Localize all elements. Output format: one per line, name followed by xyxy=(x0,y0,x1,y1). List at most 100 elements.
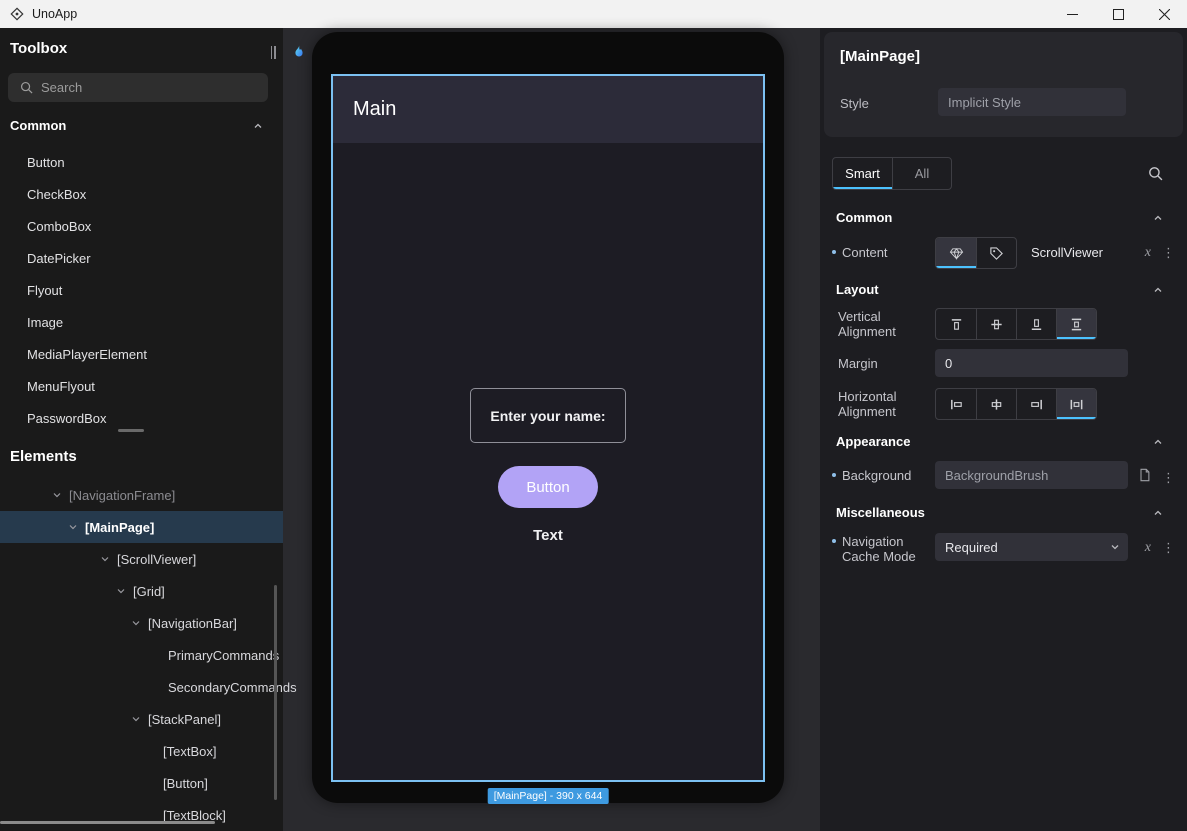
property-row-horizontal-alignment: Horizontal Alignment xyxy=(820,388,1187,420)
close-button[interactable] xyxy=(1141,0,1187,28)
app-window: UnoApp Toolbox Common Button CheckBox Co… xyxy=(0,0,1187,831)
tree-item-primarycommands[interactable]: PrimaryCommands xyxy=(0,639,283,671)
tree-item-mainpage[interactable]: [MainPage] xyxy=(0,511,283,543)
toolbox-item-combobox[interactable]: ComboBox xyxy=(0,211,283,243)
tree-item-secondarycommands[interactable]: SecondaryCommands xyxy=(0,671,283,703)
chevron-down-icon[interactable] xyxy=(100,554,112,564)
property-inspector: [MainPage] Style Smart All Common Conten… xyxy=(820,28,1187,831)
style-input[interactable] xyxy=(938,88,1126,116)
section-common[interactable]: Common xyxy=(836,210,892,225)
tree-item-button[interactable]: [Button] xyxy=(0,767,283,799)
chevron-down-icon[interactable] xyxy=(131,714,143,724)
binding-x-icon[interactable]: x xyxy=(1145,540,1151,556)
app-logo-icon xyxy=(10,7,24,21)
dropdown-value: Required xyxy=(945,540,1110,555)
vertical-alignment-group xyxy=(935,308,1097,340)
chevron-down-icon[interactable] xyxy=(116,586,128,596)
maximize-button[interactable] xyxy=(1095,0,1141,28)
tab-smart[interactable]: Smart xyxy=(833,158,892,189)
property-options-menu[interactable]: ⋮ xyxy=(1162,245,1175,261)
toolbox-item-datepicker[interactable]: DatePicker xyxy=(0,243,283,275)
halign-left-button[interactable] xyxy=(936,389,976,419)
tree-item-navigationframe[interactable]: [NavigationFrame] xyxy=(0,479,283,511)
toolbox-item-mediaplayerelement[interactable]: MediaPlayerElement xyxy=(0,339,283,371)
margin-input[interactable] xyxy=(935,349,1128,377)
navigation-cache-mode-label: Navigation Cache Mode xyxy=(842,534,920,564)
section-appearance[interactable]: Appearance xyxy=(836,434,910,449)
modified-dot xyxy=(832,539,836,543)
search-icon xyxy=(20,81,33,94)
background-input[interactable] xyxy=(935,461,1128,489)
tree-item-textbox[interactable]: [TextBox] xyxy=(0,735,283,767)
toolbox-item-checkbox[interactable]: CheckBox xyxy=(0,179,283,211)
tab-all[interactable]: All xyxy=(892,158,951,189)
chevron-up-icon[interactable] xyxy=(1153,282,1163,300)
modified-dot xyxy=(832,473,836,477)
section-layout[interactable]: Layout xyxy=(836,282,879,297)
hot-reload-flame-icon[interactable] xyxy=(284,38,314,66)
tree-item-stackpanel[interactable]: [StackPanel] xyxy=(0,703,283,735)
valign-stretch-button[interactable] xyxy=(1056,309,1096,339)
chevron-up-icon[interactable] xyxy=(253,118,263,136)
valign-center-button[interactable] xyxy=(976,309,1016,339)
property-row-navigation-cache-mode: Navigation Cache Mode Required x ⋮ xyxy=(820,533,1187,565)
property-options-menu[interactable]: ⋮ xyxy=(1162,470,1175,486)
tree-item-scrollviewer[interactable]: [ScrollViewer] xyxy=(0,543,283,575)
tree-vertical-scrollbar[interactable] xyxy=(274,585,277,800)
toolbox-item-button[interactable]: Button xyxy=(0,147,283,179)
tree-item-grid[interactable]: [Grid] xyxy=(0,575,283,607)
selection-size-badge: [MainPage] - 390 x 644 xyxy=(488,788,609,804)
preview-button[interactable]: Button xyxy=(498,466,598,508)
toolbox-section-common[interactable]: Common xyxy=(10,118,66,133)
preview-page-title[interactable]: Main xyxy=(353,76,396,143)
chevron-down-icon[interactable] xyxy=(131,618,143,628)
halign-stretch-button[interactable] xyxy=(1056,389,1096,419)
halign-right-button[interactable] xyxy=(1016,389,1056,419)
valign-top-button[interactable] xyxy=(936,309,976,339)
property-row-vertical-alignment: Vertical Alignment xyxy=(820,308,1187,340)
chevron-down-icon[interactable] xyxy=(52,490,64,500)
preview-textblock[interactable]: Text xyxy=(533,527,563,544)
tree-horizontal-scrollbar[interactable] xyxy=(0,821,215,824)
property-search-icon[interactable] xyxy=(1148,166,1163,186)
modified-dot xyxy=(832,250,836,254)
content-value[interactable]: ScrollViewer xyxy=(1031,245,1103,260)
toolbox-item-image[interactable]: Image xyxy=(0,307,283,339)
chevron-up-icon[interactable] xyxy=(1153,210,1163,228)
halign-center-button[interactable] xyxy=(976,389,1016,419)
page-selection-outline[interactable]: Main Enter your name: Button Text xyxy=(331,74,765,782)
toolbar-drag-handle-icon[interactable] xyxy=(266,38,280,66)
property-options-menu[interactable]: ⋮ xyxy=(1162,540,1175,556)
property-row-content: Content ScrollViewer x ⋮ xyxy=(820,237,1187,267)
toolbox-item-flyout[interactable]: Flyout xyxy=(0,275,283,307)
content-label: Content xyxy=(842,245,888,260)
toolbox-search[interactable] xyxy=(8,73,268,102)
chevron-up-icon[interactable] xyxy=(1153,434,1163,452)
brush-resource-icon[interactable] xyxy=(1138,468,1151,487)
toolbox-scrollbar-thumb[interactable] xyxy=(118,429,144,432)
horizontal-alignment-label: Horizontal Alignment xyxy=(838,389,916,419)
selected-element-card: [MainPage] Style xyxy=(824,32,1183,137)
tag-editor-button[interactable] xyxy=(976,238,1016,268)
chevron-down-icon xyxy=(1110,542,1120,552)
toolbox-title: Toolbox xyxy=(10,40,67,57)
chevron-down-icon[interactable] xyxy=(68,522,80,532)
search-input[interactable] xyxy=(41,80,268,95)
valign-bottom-button[interactable] xyxy=(1016,309,1056,339)
toolbox-item-menuflyout[interactable]: MenuFlyout xyxy=(0,371,283,403)
elements-tree: [NavigationFrame] [MainPage] [ScrollView… xyxy=(0,479,283,831)
chevron-up-icon[interactable] xyxy=(1153,505,1163,523)
minimize-button[interactable] xyxy=(1049,0,1095,28)
preview-textbox[interactable]: Enter your name: xyxy=(470,388,626,443)
content-editor-switch xyxy=(935,237,1017,269)
binding-x-icon[interactable]: x xyxy=(1145,245,1151,261)
preview-navigationbar[interactable]: Main xyxy=(333,76,763,143)
element-editor-button[interactable] xyxy=(936,238,976,268)
toolbox-list: Button CheckBox ComboBox DatePicker Flyo… xyxy=(0,147,283,435)
navigation-cache-mode-dropdown[interactable]: Required xyxy=(935,533,1128,561)
section-miscellaneous[interactable]: Miscellaneous xyxy=(836,505,925,520)
tree-item-navigationbar[interactable]: [NavigationBar] xyxy=(0,607,283,639)
left-panel: Toolbox Common Button CheckBox ComboBox … xyxy=(0,28,283,831)
selected-element-name: [MainPage] xyxy=(840,48,920,65)
tree-item-textblock[interactable]: [TextBlock] xyxy=(0,799,283,831)
